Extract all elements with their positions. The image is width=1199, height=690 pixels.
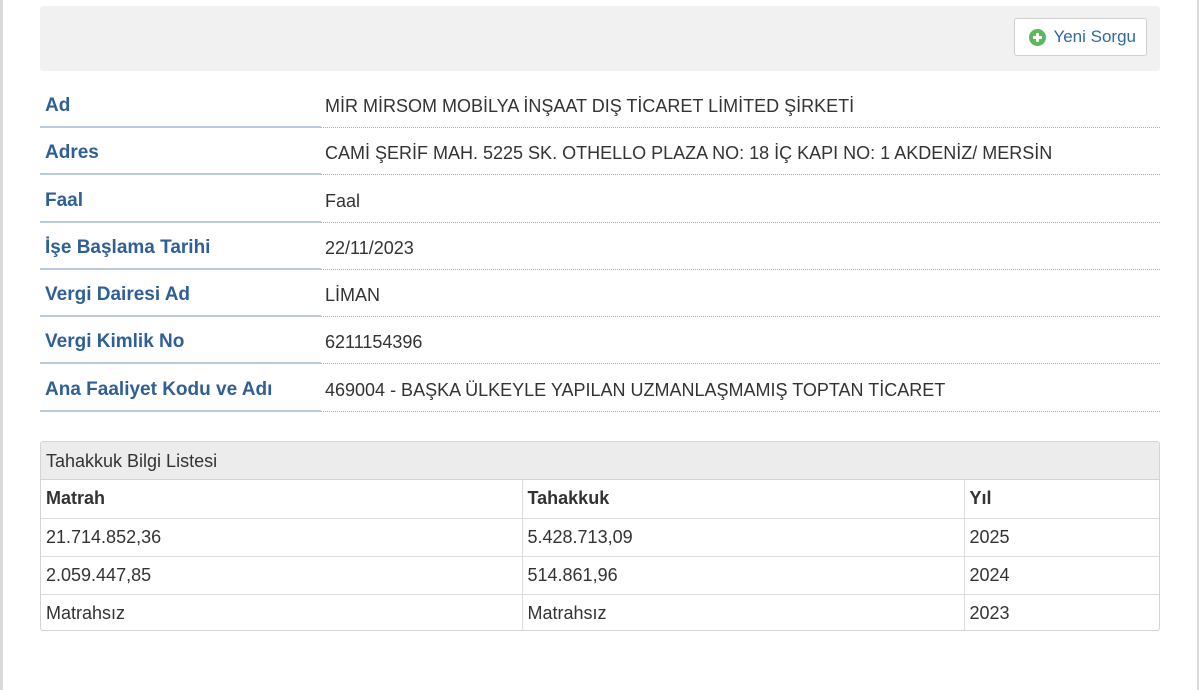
info-row-start-date: İşe Başlama Tarihi 22/11/2023 — [40, 228, 1160, 275]
new-query-button[interactable]: Yeni Sorgu — [1014, 18, 1147, 56]
cell-tahakkuk: Matrahsız — [522, 594, 965, 630]
info-label: Ana Faaliyet Kodu ve Adı — [40, 370, 321, 412]
info-value: 22/11/2023 — [321, 228, 1160, 270]
column-header-tahakkuk: Tahakkuk — [522, 480, 965, 519]
column-header-matrah: Matrah — [41, 480, 523, 519]
plus-circle-icon — [1029, 28, 1047, 46]
cell-year: 2024 — [964, 556, 1159, 595]
cell-matrah: 21.714.852,36 — [41, 518, 523, 557]
cell-year: 2023 — [969, 602, 1010, 623]
info-value: MİR MİRSOM MOBİLYA İNŞAAT DIŞ TİCARET Lİ… — [321, 86, 1160, 128]
info-label: İşe Başlama Tarihi — [40, 228, 321, 270]
info-label: Vergi Dairesi Ad — [40, 275, 321, 318]
company-info: Ad MİR MİRSOM MOBİLYA İNŞAAT DIŞ TİCARET… — [40, 86, 1160, 417]
cell-tahakkuk: 514.861,96 — [522, 556, 965, 595]
table-row: Matrahsız Matrahsız 2023 — [41, 594, 1159, 630]
info-label: Adres — [40, 133, 321, 176]
table-row: 21.714.852,36 5.428.713,09 2025 — [41, 518, 1159, 557]
info-row-status: Faal Faal — [40, 181, 1160, 228]
accrual-table: Matrah Tahakkuk Yıl 21.714.852,36 5.428.… — [41, 480, 1159, 630]
cell-year: 2025 — [964, 518, 1159, 557]
info-label: Vergi Kimlik No — [40, 322, 321, 365]
cell-matrah: 2.059.447,85 — [41, 556, 523, 595]
new-query-label: Yeni Sorgu — [1053, 27, 1136, 46]
info-row-tax-office: Vergi Dairesi Ad LİMAN — [40, 275, 1160, 322]
info-value: LİMAN — [321, 275, 1160, 318]
column-header-year: Yıl — [964, 480, 1159, 519]
info-row-tax-id: Vergi Kimlik No 6211154396 — [40, 322, 1160, 369]
info-value: Faal — [321, 181, 1160, 223]
info-value: 469004 - BAŞKA ÜLKEYLE YAPILAN UZMANLAŞM… — [321, 370, 1160, 412]
info-row-name: Ad MİR MİRSOM MOBİLYA İNŞAAT DIŞ TİCARET… — [40, 86, 1160, 133]
cell-matrah: Matrahsız — [41, 594, 523, 630]
info-value: CAMİ ŞERİF MAH. 5225 SK. OTHELLO PLAZA N… — [321, 133, 1160, 176]
info-row-activity: Ana Faaliyet Kodu ve Adı 469004 - BAŞKA … — [40, 370, 1160, 417]
info-label: Faal — [40, 181, 321, 223]
left-frame-border — [0, 0, 3, 690]
table-row: 2.059.447,85 514.861,96 2024 — [41, 556, 1159, 595]
cell-tahakkuk: 5.428.713,09 — [522, 518, 965, 557]
info-label: Ad — [40, 86, 321, 128]
table-header-row: Matrah Tahakkuk Yıl — [41, 480, 1159, 519]
accrual-panel: Tahakkuk Bilgi Listesi Matrah Tahakkuk Y… — [40, 441, 1160, 631]
panel-title: Tahakkuk Bilgi Listesi — [41, 442, 1159, 480]
info-value: 6211154396 — [321, 322, 1160, 365]
info-row-address: Adres CAMİ ŞERİF MAH. 5225 SK. OTHELLO P… — [40, 133, 1160, 180]
toolbar: Yeni Sorgu — [40, 6, 1160, 71]
